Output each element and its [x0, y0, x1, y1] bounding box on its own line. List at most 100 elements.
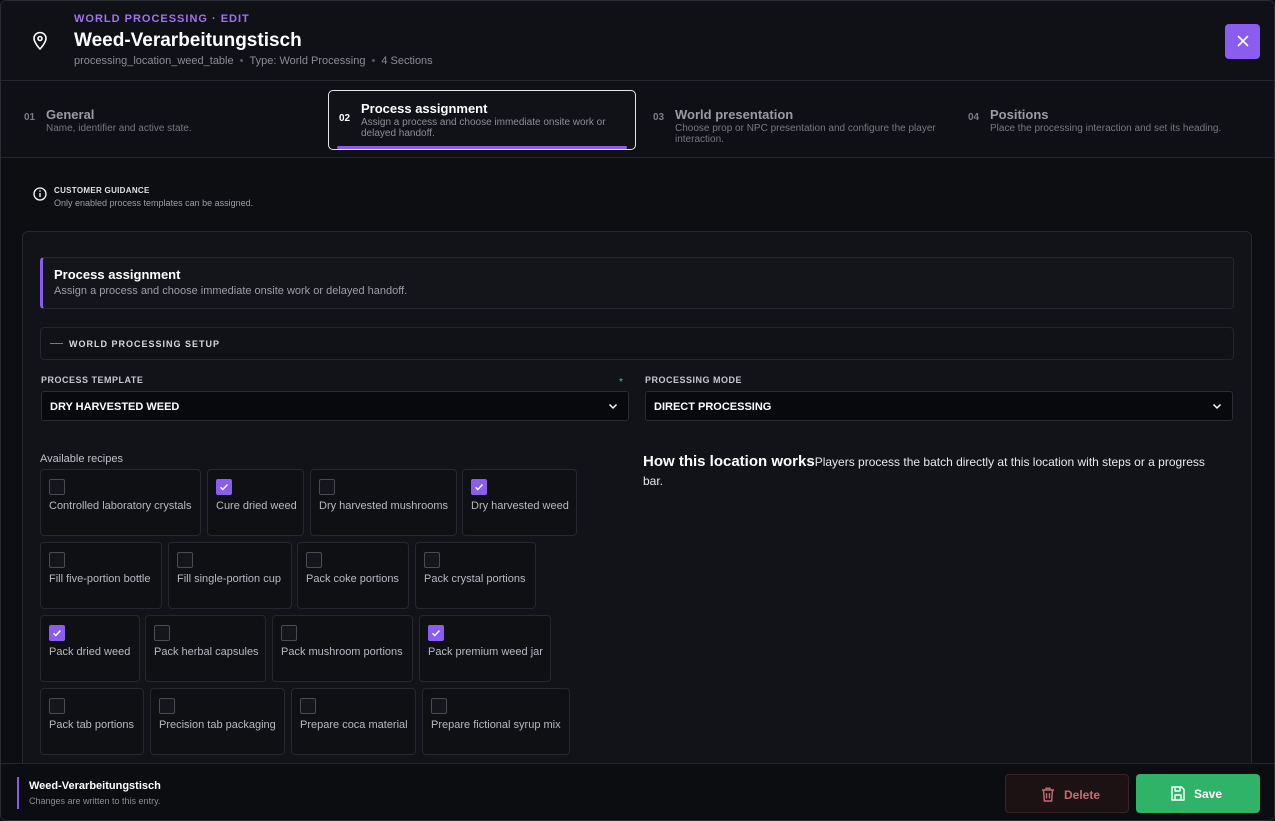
- how-it-works: How this location worksPlayers process t…: [643, 452, 1223, 491]
- processing-mode-value: DIRECT PROCESSING: [654, 401, 772, 413]
- recipe-option[interactable]: Fill five-portion bottle: [40, 542, 162, 609]
- editor-window: WORLD PROCESSING · EDIT Weed-Verarbeitun…: [0, 0, 1275, 821]
- step-number: 03: [653, 112, 665, 123]
- step-number: 01: [24, 112, 36, 123]
- recipe-option[interactable]: Cure dried weed: [207, 469, 304, 536]
- process-template-label: PROCESS TEMPLATE: [41, 375, 144, 385]
- recipe-option[interactable]: Pack mushroom portions: [272, 615, 413, 682]
- section-description: Assign a process and choose immediate on…: [54, 285, 408, 297]
- guidance-text: Only enabled process templates can be as…: [54, 198, 254, 208]
- separator-dot: •: [239, 55, 244, 67]
- sections-count: 4 Sections: [381, 55, 433, 67]
- how-it-works-title: How this location works: [643, 453, 815, 470]
- recipe-option[interactable]: Precision tab packaging: [150, 688, 285, 755]
- recipe-checkbox[interactable]: [424, 552, 440, 568]
- step-navigation: 01 General Name, identifier and active s…: [1, 82, 1274, 158]
- recipe-option[interactable]: Pack dried weed: [40, 615, 140, 682]
- identifier-text: processing_location_weed_table: [74, 55, 234, 67]
- save-icon: [1171, 786, 1185, 801]
- page-meta: processing_location_weed_table • Type: Wor…: [74, 55, 433, 67]
- recipe-checkbox[interactable]: [49, 698, 65, 714]
- recipe-option[interactable]: Fill single-portion cup: [168, 542, 292, 609]
- recipe-checkbox[interactable]: [306, 552, 322, 568]
- close-icon: [1237, 35, 1248, 47]
- recipe-label: Pack mushroom portions: [281, 646, 403, 658]
- delete-label: Delete: [1064, 788, 1101, 802]
- step-world-presentation[interactable]: 03 World presentation Choose prop or NPC…: [653, 90, 943, 150]
- recipe-label: Fill single-portion cup: [177, 573, 281, 585]
- step-description: Assign a process and choose immediate on…: [361, 117, 606, 139]
- setup-label: WORLD PROCESSING SETUP: [69, 339, 221, 349]
- info-icon: [33, 187, 47, 201]
- process-template-select[interactable]: DRY HARVESTED WEED: [41, 391, 629, 421]
- checkmark-icon: [475, 484, 484, 491]
- step-general[interactable]: 01 General Name, identifier and active s…: [24, 90, 314, 150]
- recipe-label: Dry harvested mushrooms: [319, 500, 448, 512]
- recipe-option[interactable]: Pack tab portions: [40, 688, 144, 755]
- recipe-checkbox[interactable]: [154, 625, 170, 641]
- recipe-checkbox[interactable]: [431, 698, 447, 714]
- step-process-assignment[interactable]: 02 Process assignment Assign a process a…: [328, 90, 636, 150]
- separator-dot: •: [371, 55, 376, 67]
- footer-accent: [17, 777, 19, 809]
- recipe-option[interactable]: Pack coke portions: [297, 542, 409, 609]
- section-title: Process assignment: [54, 267, 181, 282]
- checkmark-icon: [220, 484, 229, 491]
- step-title: General: [46, 107, 95, 122]
- footer-subtitle: Changes are written to this entry.: [29, 796, 161, 806]
- recipe-option[interactable]: Controlled laboratory crystals: [40, 469, 201, 536]
- recipe-label: Fill five-portion bottle: [49, 573, 151, 585]
- header: WORLD PROCESSING · EDIT Weed-Verarbeitun…: [1, 1, 1274, 81]
- step-positions[interactable]: 04 Positions Place the processing intera…: [968, 90, 1258, 150]
- recipe-label: Pack herbal capsules: [154, 646, 259, 658]
- recipe-option[interactable]: Pack premium weed jar: [419, 615, 551, 682]
- recipe-label: Pack coke portions: [306, 573, 399, 585]
- step-title: Positions: [990, 107, 1049, 122]
- recipe-checkbox[interactable]: [319, 479, 335, 495]
- process-template-value: DRY HARVESTED WEED: [50, 401, 180, 413]
- recipe-option[interactable]: Pack crystal portions: [415, 542, 536, 609]
- location-pin-icon: [33, 31, 47, 51]
- guidance-title: CUSTOMER GUIDANCE: [54, 186, 150, 195]
- save-label: Save: [1194, 787, 1223, 801]
- recipe-option[interactable]: Pack herbal capsules: [145, 615, 266, 682]
- save-button[interactable]: Save: [1136, 774, 1260, 813]
- setup-accent-line: [50, 343, 63, 344]
- recipe-label: Pack tab portions: [49, 719, 134, 731]
- recipe-checkbox[interactable]: [428, 625, 444, 641]
- recipe-checkbox[interactable]: [281, 625, 297, 641]
- page-title: Weed-Verarbeitungstisch: [74, 30, 302, 51]
- recipe-label: Precision tab packaging: [159, 719, 276, 731]
- step-description: Place the processing interaction and set…: [990, 123, 1222, 134]
- recipe-checkbox[interactable]: [471, 479, 487, 495]
- delete-button[interactable]: Delete: [1005, 774, 1129, 813]
- recipe-option[interactable]: Prepare fictional syrup mix: [422, 688, 570, 755]
- chevron-down-icon: [1212, 403, 1222, 410]
- processing-mode-label: PROCESSING MODE: [645, 375, 743, 385]
- footer-bar: Weed-Verarbeitungstisch Changes are writ…: [1, 763, 1274, 820]
- checkmark-icon: [53, 630, 62, 637]
- recipe-option[interactable]: Prepare coca material: [291, 688, 416, 755]
- recipe-checkbox[interactable]: [216, 479, 232, 495]
- footer-title: Weed-Verarbeitungstisch: [29, 780, 161, 792]
- step-title: Process assignment: [361, 101, 488, 116]
- recipe-label: Dry harvested weed: [471, 500, 569, 512]
- recipe-label: Pack crystal portions: [424, 573, 526, 585]
- recipe-checkbox[interactable]: [300, 698, 316, 714]
- close-button[interactable]: [1225, 24, 1260, 59]
- recipe-option[interactable]: Dry harvested weed: [462, 469, 577, 536]
- active-step-indicator: [337, 146, 627, 149]
- recipe-checkbox[interactable]: [49, 552, 65, 568]
- recipe-option[interactable]: Dry harvested mushrooms: [310, 469, 457, 536]
- recipe-checkbox[interactable]: [49, 625, 65, 641]
- checkmark-icon: [432, 630, 441, 637]
- page-eyebrow: WORLD PROCESSING · EDIT: [74, 13, 250, 25]
- trash-icon: [1042, 787, 1054, 802]
- recipe-checkbox[interactable]: [159, 698, 175, 714]
- recipe-checkbox[interactable]: [177, 552, 193, 568]
- recipe-checkbox[interactable]: [49, 479, 65, 495]
- step-title: World presentation: [675, 107, 794, 122]
- required-marker: *: [619, 377, 623, 388]
- step-description: Choose prop or NPC presentation and conf…: [675, 123, 936, 145]
- processing-mode-select[interactable]: DIRECT PROCESSING: [645, 391, 1233, 421]
